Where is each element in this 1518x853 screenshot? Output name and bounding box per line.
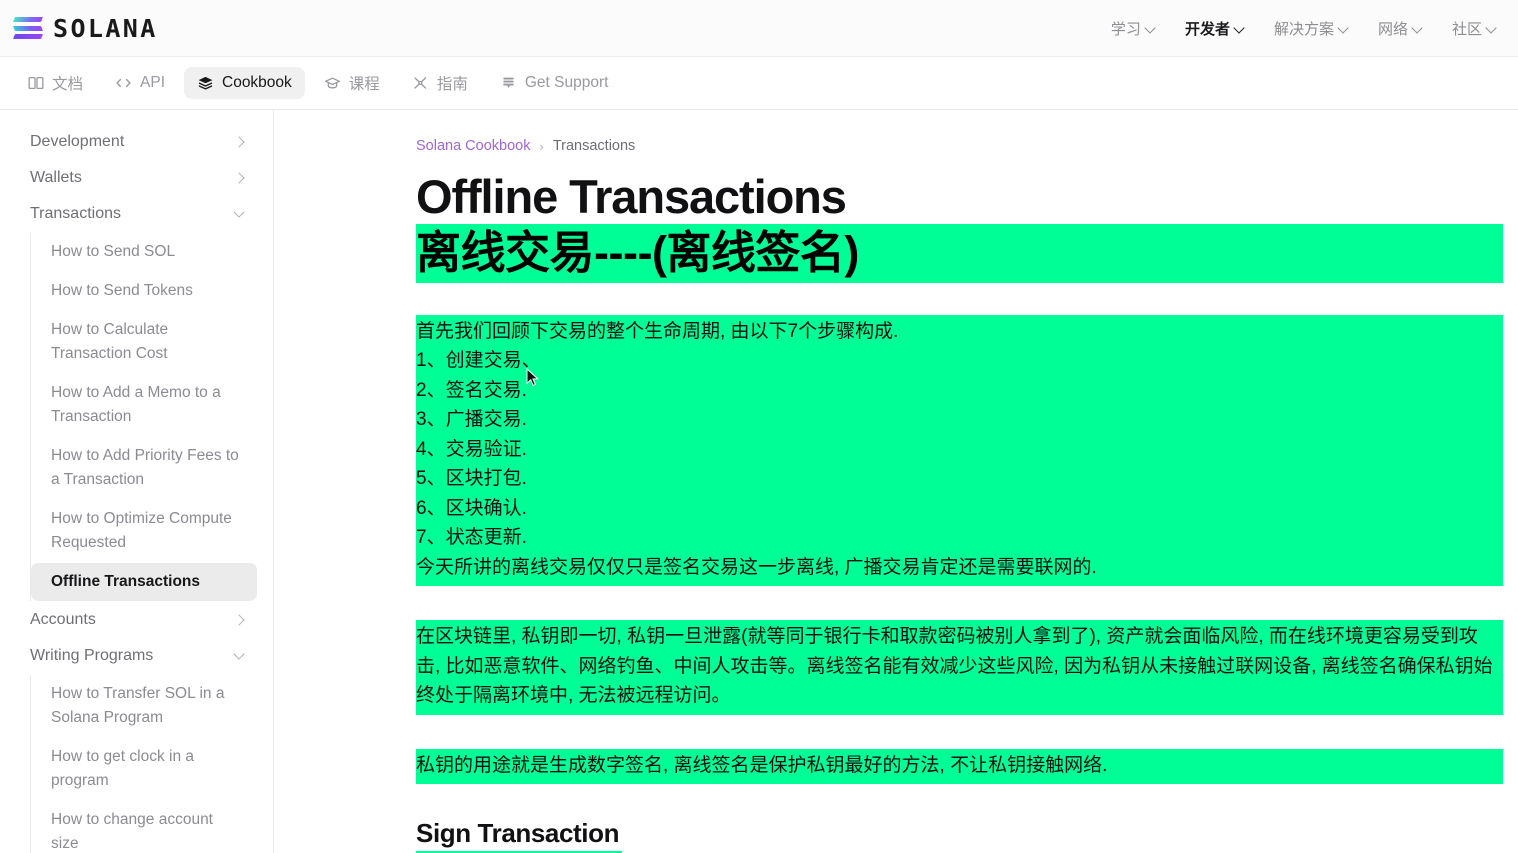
sidebar-group-writing-programs[interactable]: Writing Programs [16,638,257,674]
sidebar-group-wallets[interactable]: Wallets [16,160,257,196]
sidebar-item-how-to-send-sol[interactable]: How to Send SOL [31,233,257,271]
global-nav-item-solutions[interactable]: 解决方案 [1274,18,1348,39]
sidebar-children-transactions: How to Send SOL How to Send Tokens How t… [30,233,257,602]
breadcrumb-link-solana-cookbook[interactable]: Solana Cookbook [416,138,530,154]
global-nav-item-learn[interactable]: 学习 [1111,18,1155,39]
global-nav-item-developers[interactable]: 开发者 [1185,18,1244,39]
page-shell: Development Wallets Transactions How to … [0,110,1518,853]
stack-layers-icon [197,75,214,92]
tab-courses[interactable]: 课程 [311,65,393,101]
chevron-right-icon [234,615,245,626]
chevron-down-icon [1235,24,1244,33]
chevron-down-icon [234,209,245,220]
section-title-sign-transaction: Sign Transaction [416,818,620,849]
chevron-right-icon [234,173,245,184]
tab-label: Get Support [524,74,609,91]
lifecycle-step: 5、区块打包. [416,468,527,490]
solana-logo[interactable]: SOLANA [12,13,158,43]
tab-label: 指南 [436,76,468,93]
page-title-chinese: 离线交易----(离线签名) [416,226,859,278]
sidebar-group-label: Transactions [30,205,121,222]
tab-docs[interactable]: 文档 [14,65,96,101]
sidebar-item-how-to-get-clock-in-a-program[interactable]: How to get clock in a program [31,738,257,800]
tab-guides[interactable]: 指南 [399,65,481,101]
tab-label: Cookbook [222,74,292,91]
sidebar-item-how-to-transfer-sol-in-a-solana-program[interactable]: How to Transfer SOL in a Solana Program [31,675,257,737]
sidebar-group-label: Writing Programs [30,647,154,665]
chevron-right-icon [234,137,245,148]
global-nav-label: 解决方案 [1273,20,1334,38]
sidebar-group-accounts[interactable]: Accounts [16,602,257,638]
global-nav: 学习 开发者 解决方案 网络 社区 [1111,18,1496,39]
tab-api[interactable]: API [102,67,178,99]
sidebar-group-label: Accounts [30,611,96,629]
main-content: Solana Cookbook › Transactions Offline T… [274,110,1518,853]
sidebar-group-label: Development [30,133,125,150]
sidebar-item-how-to-add-a-memo-to-a-transaction[interactable]: How to Add a Memo to a Transaction [31,374,257,436]
graduation-cap-icon [324,75,341,92]
chevron-down-icon [1146,24,1155,33]
page-title: Offline Transactions [416,170,847,223]
sidebar-item-how-to-add-priority-fees-to-a-transaction[interactable]: How to Add Priority Fees to a Transactio… [31,437,257,499]
page-title-chinese-highlight: 离线交易----(离线签名) [416,223,1503,283]
breadcrumb-current-transactions: Transactions [552,138,636,154]
docs-tab-bar: 文档 API Cookbook 课程 指南 Get Support [0,57,1518,110]
global-nav-label: 学习 [1110,20,1141,38]
sidebar-item-how-to-calculate-transaction-cost[interactable]: How to Calculate Transaction Cost [31,311,257,373]
breadcrumb-separator-icon: › [539,138,544,154]
sidebar-group-development[interactable]: Development [16,124,257,160]
lifecycle-step: 7、状态更新. [416,527,527,549]
global-nav-label: 开发者 [1184,20,1230,38]
chevron-down-icon [1413,24,1422,33]
global-nav-item-network[interactable]: 网络 [1378,18,1422,39]
top-brand-bar: SOLANA 学习 开发者 解决方案 网络 社区 [0,0,1518,57]
risk-paragraph: 在区块链里, 私钥即一切, 私钥一旦泄露(就等同于银行卡和取款密码被别人拿到了)… [416,626,1493,707]
sidebar-item-how-to-optimize-compute-requested[interactable]: How to Optimize Compute Requested [31,500,257,562]
sidebar-nav: Development Wallets Transactions How to … [0,110,274,853]
lifecycle-step: 2、签名交易. [416,379,527,401]
lifecycle-step: 6、区块确认. [416,497,527,519]
global-nav-label: 社区 [1451,20,1482,38]
risk-paragraph-block: 在区块链里, 私钥即一切, 私钥一旦泄露(就等同于银行卡和取款密码被别人拿到了)… [416,620,1503,715]
lifecycle-lead: 首先我们回顾下交易的整个生命周期, 由以下7个步骤构成. [416,320,899,342]
tab-label: 文档 [52,76,84,93]
compass-scissors-icon [412,75,429,92]
breadcrumb: Solana Cookbook › Transactions [416,138,1503,154]
tab-label: API [140,74,165,91]
chevron-down-icon [234,651,245,662]
chat-bubble-icon [500,75,517,92]
sidebar-group-label: Wallets [30,169,82,186]
usage-paragraph: 私钥的用途就是生成数字签名, 离线签名是保护私钥最好的方法, 不让私钥接触网络. [416,754,1108,776]
usage-paragraph-block: 私钥的用途就是生成数字签名, 离线签名是保护私钥最好的方法, 不让私钥接触网络. [416,748,1503,785]
tab-get-support[interactable]: Get Support [487,67,622,99]
chevron-down-icon [1339,24,1348,33]
sidebar-group-transactions[interactable]: Transactions [16,196,257,232]
brand-wordmark: SOLANA [53,13,158,43]
chevron-down-icon [1487,24,1496,33]
sidebar-item-how-to-change-account-size[interactable]: How to change account size [31,801,257,853]
book-icon [27,75,44,92]
lifecycle-step: 3、广播交易. [416,409,527,431]
sidebar-children-writing-programs: How to Transfer SOL in a Solana Program … [30,675,257,853]
global-nav-label: 网络 [1377,20,1408,38]
lifecycle-block: 首先我们回顾下交易的整个生命周期, 由以下7个步骤构成. 1、创建交易、 2、签… [416,314,1503,587]
lifecycle-step: 4、交易验证. [416,438,527,460]
lifecycle-step: 1、创建交易、 [416,350,541,372]
sidebar-item-offline-transactions[interactable]: Offline Transactions [31,563,257,602]
global-nav-item-community[interactable]: 社区 [1452,18,1496,39]
tab-label: 课程 [348,76,380,93]
code-brackets-icon [115,75,132,92]
tab-cookbook[interactable]: Cookbook [184,67,305,99]
lifecycle-tail: 今天所讲的离线交易仅仅只是签名交易这一步离线, 广播交易肯定还是需要联网的. [416,556,1097,578]
solana-mark-icon [12,17,44,39]
sidebar-item-how-to-send-tokens[interactable]: How to Send Tokens [31,272,257,310]
